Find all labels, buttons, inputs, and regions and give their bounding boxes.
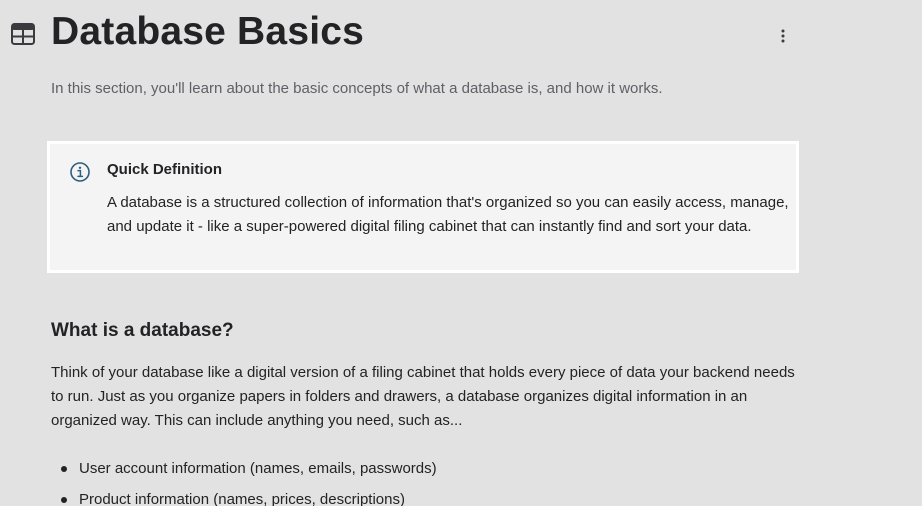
table-icon — [11, 23, 35, 45]
section-heading: What is a database? — [51, 320, 234, 341]
bullet-dot — [61, 466, 67, 472]
page: Database Basics In this section, you'll … — [0, 0, 922, 506]
list-item: Product information (names, prices, desc… — [51, 488, 437, 506]
bullet-dot — [61, 497, 67, 503]
more-options-button[interactable] — [772, 27, 794, 49]
more-vertical-icon — [781, 29, 785, 48]
page-title: Database Basics — [51, 10, 365, 53]
section-paragraph: Think of your database like a digital ve… — [51, 364, 795, 429]
info-icon — [69, 161, 91, 183]
list-item-text: User account information (names, emails,… — [79, 460, 437, 477]
intro-text: In this section, you'll learn about the … — [51, 80, 663, 97]
list-item-text: Product information (names, prices, desc… — [79, 491, 405, 506]
quick-definition-callout: Quick Definition A database is a structu… — [47, 141, 799, 273]
callout-body: A database is a structured collection of… — [107, 194, 789, 235]
list-item: User account information (names, emails,… — [51, 457, 437, 488]
bullet-list: User account information (names, emails,… — [51, 457, 437, 506]
callout-title: Quick Definition — [107, 161, 223, 178]
